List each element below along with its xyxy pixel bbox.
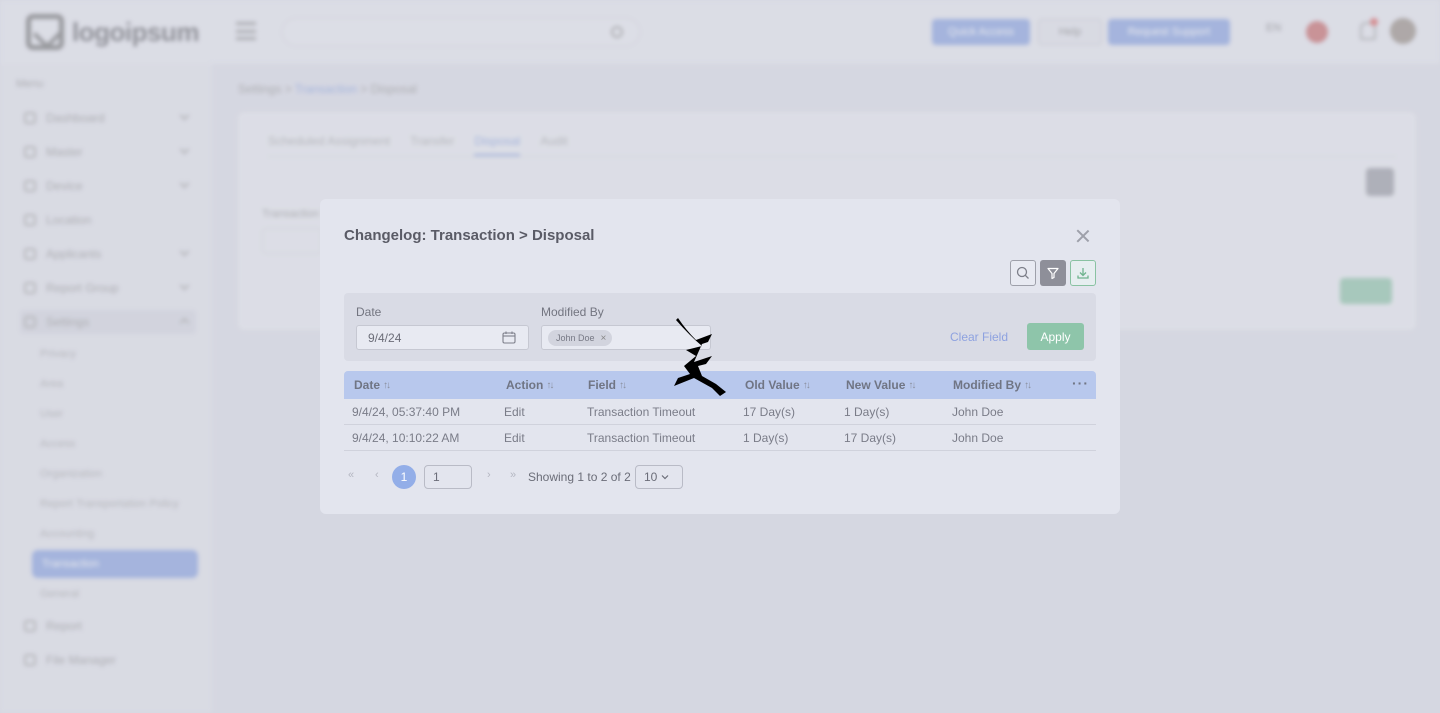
next-page-icon[interactable]: › bbox=[487, 469, 491, 481]
page-size-select[interactable]: 10 bbox=[635, 465, 683, 489]
apply-button[interactable]: Apply bbox=[1027, 323, 1084, 350]
cell-field: Transaction Timeout bbox=[587, 431, 696, 445]
column-header-date[interactable]: Date ↑↓ bbox=[354, 378, 391, 392]
download-button[interactable] bbox=[1070, 260, 1096, 286]
modified-by-chip: John Doe × bbox=[548, 330, 613, 346]
sort-icon: ↑↓ bbox=[619, 379, 627, 391]
cell-modified-by: John Doe bbox=[952, 405, 1004, 419]
first-page-icon[interactable]: « bbox=[348, 469, 354, 481]
close-icon[interactable] bbox=[1074, 227, 1092, 245]
cell-field: Transaction Timeout bbox=[587, 405, 696, 419]
modified-by-label: Modified By bbox=[541, 305, 604, 319]
page-number-input[interactable]: 1 bbox=[424, 465, 472, 489]
cell-action: Edit bbox=[504, 431, 525, 445]
sort-icon: ↑↓ bbox=[383, 379, 391, 391]
download-icon bbox=[1077, 268, 1089, 279]
more-options-icon[interactable]: ··· bbox=[1072, 375, 1089, 391]
date-filter-input[interactable]: 9/4/24 bbox=[356, 325, 529, 350]
column-header-old-value[interactable]: Old Value ↑↓ bbox=[745, 378, 811, 392]
sort-icon: ↑↓ bbox=[546, 379, 554, 391]
column-header-field[interactable]: Field ↑↓ bbox=[588, 378, 627, 392]
filter-button[interactable] bbox=[1040, 260, 1066, 286]
chevron-down-icon bbox=[661, 475, 669, 480]
page-1-button[interactable]: 1 bbox=[392, 465, 416, 489]
column-header-action[interactable]: Action ↑↓ bbox=[506, 378, 554, 392]
date-filter-value: 9/4/24 bbox=[368, 331, 402, 345]
modal-title: Changelog: Transaction > Disposal bbox=[344, 227, 595, 244]
cell-modified-by: John Doe bbox=[952, 431, 1004, 445]
search-button[interactable] bbox=[1010, 260, 1036, 286]
sort-icon: ↑↓ bbox=[1024, 379, 1032, 391]
cell-new-value: 17 Day(s) bbox=[844, 431, 897, 445]
table-row[interactable]: 9/4/24, 05:37:40 PM Edit Transaction Tim… bbox=[344, 399, 1096, 425]
page-size-value: 10 bbox=[644, 470, 658, 484]
chip-remove-icon[interactable]: × bbox=[601, 333, 607, 344]
loading-cursor-icon bbox=[674, 318, 726, 396]
column-header-new-value[interactable]: New Value ↑↓ bbox=[846, 378, 916, 392]
chip-label: John Doe bbox=[556, 333, 595, 343]
calendar-icon[interactable] bbox=[502, 331, 516, 344]
filter-icon bbox=[1047, 267, 1059, 280]
clear-field-link[interactable]: Clear Field bbox=[950, 330, 1008, 344]
column-header-modified-by[interactable]: Modified By ↑↓ bbox=[953, 378, 1032, 392]
cell-date: 9/4/24, 05:37:40 PM bbox=[352, 405, 461, 419]
cell-new-value: 1 Day(s) bbox=[844, 405, 890, 419]
pagination-info: Showing 1 to 2 of 2 bbox=[528, 470, 631, 484]
previous-page-icon[interactable]: ‹ bbox=[375, 469, 379, 481]
date-filter-label: Date bbox=[356, 305, 382, 319]
pagination: « ‹ 1 1 › » Showing 1 to 2 of 2 10 bbox=[344, 465, 1096, 489]
cell-old-value: 17 Day(s) bbox=[743, 405, 796, 419]
sort-icon: ↑↓ bbox=[802, 379, 811, 391]
last-page-icon[interactable]: » bbox=[510, 469, 516, 481]
cell-old-value: 1 Day(s) bbox=[743, 431, 789, 445]
table-row[interactable]: 9/4/24, 10:10:22 AM Edit Transaction Tim… bbox=[344, 425, 1096, 451]
sort-icon: ↑↓ bbox=[908, 379, 916, 391]
cell-date: 9/4/24, 10:10:22 AM bbox=[352, 431, 460, 445]
cell-action: Edit bbox=[504, 405, 525, 419]
search-icon bbox=[1016, 266, 1029, 279]
